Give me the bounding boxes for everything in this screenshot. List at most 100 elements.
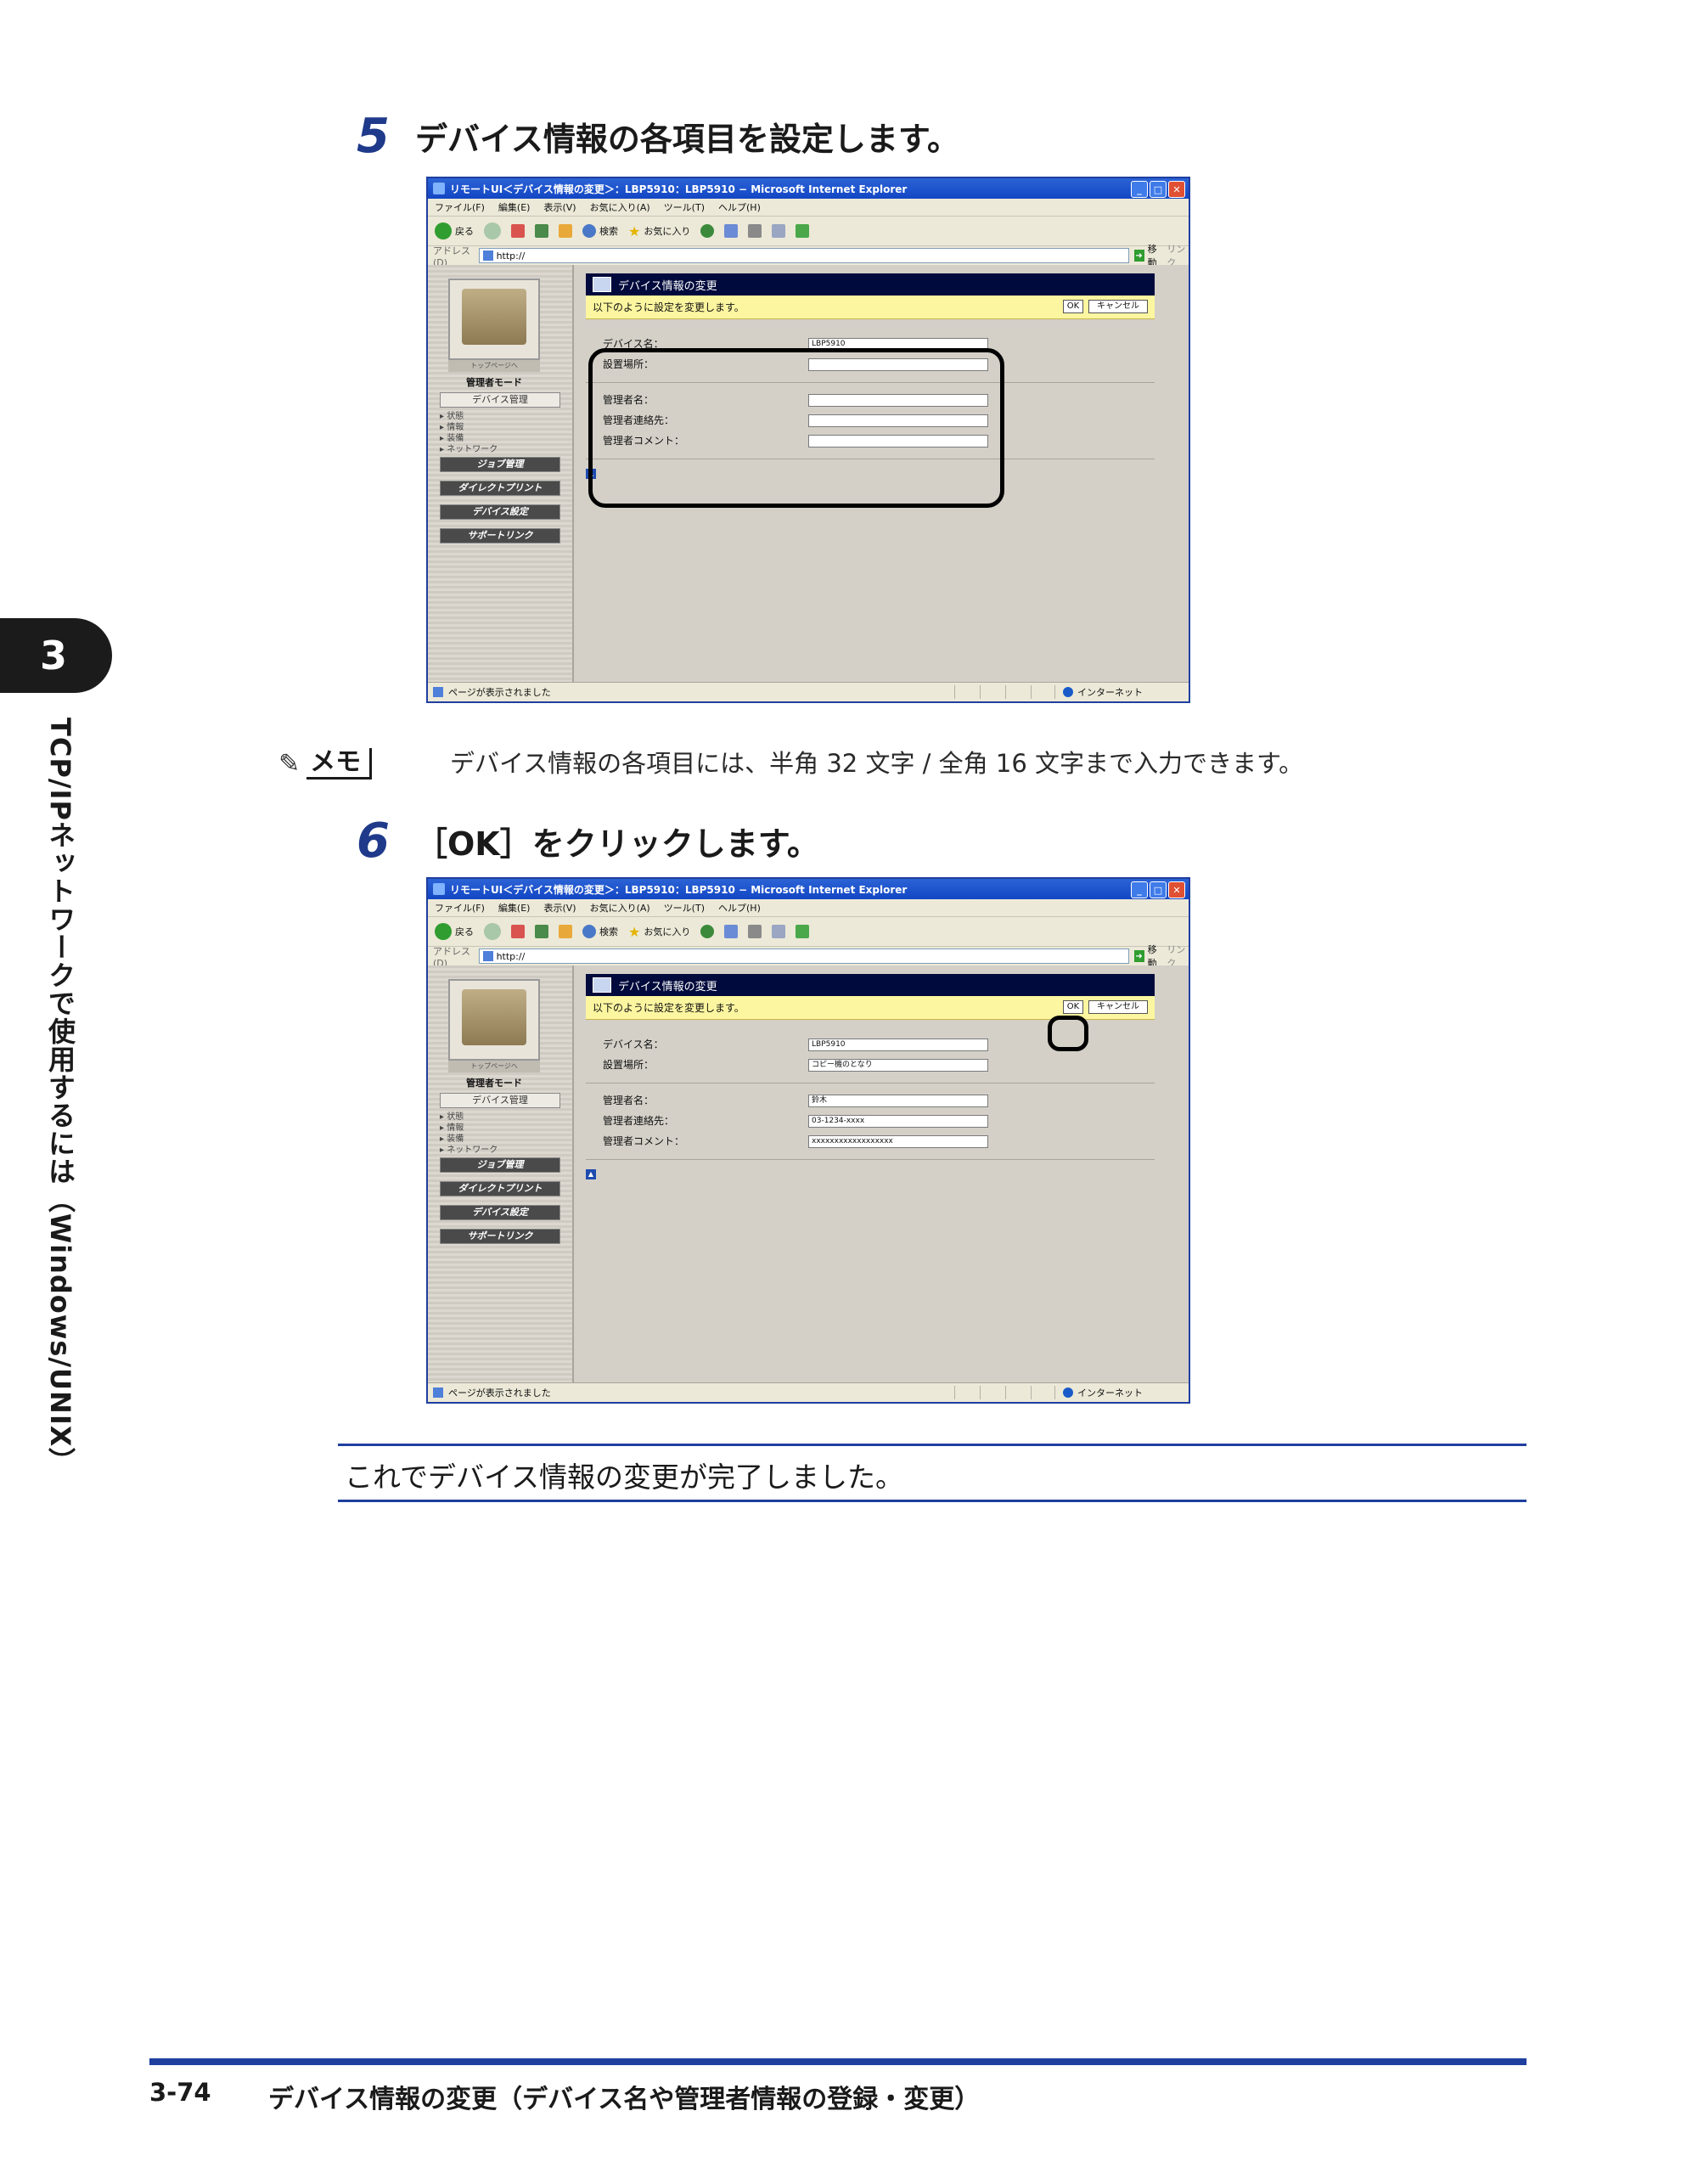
close-button[interactable]: ✕ (1168, 181, 1185, 198)
nav-sub-status[interactable]: ▸ 状態 (440, 1112, 464, 1123)
menu-file[interactable]: ファイル(F) (435, 901, 485, 915)
top-page-logo[interactable] (448, 979, 540, 1061)
favorites-button[interactable]: ★ お気に入り (628, 924, 690, 940)
mode-label: 管理者モード (466, 1078, 522, 1089)
maximize-button[interactable]: □ (1150, 881, 1167, 898)
nav-job-management[interactable]: ジョブ管理 (440, 1157, 560, 1173)
search-button[interactable]: 検索 (582, 224, 618, 238)
media-button[interactable] (700, 224, 715, 238)
nav-direct-print[interactable]: ダイレクトプリント (440, 481, 560, 496)
forward-button[interactable] (484, 222, 501, 239)
location-input[interactable]: コピー機のとなり (808, 1059, 988, 1072)
nav-sub-network[interactable]: ▸ ネットワーク (440, 1145, 498, 1156)
footer-title: デバイス情報の変更（デバイス名や管理者情報の登録・変更） (268, 2085, 981, 2114)
admin-comment-input[interactable]: xxxxxxxxxxxxxxxxxx (808, 1135, 988, 1148)
label-device-name: デバイス名： (603, 1039, 664, 1050)
menu-favorites[interactable]: お気に入り(A) (590, 901, 650, 915)
menu-file[interactable]: ファイル(F) (435, 200, 485, 214)
forward-button[interactable] (484, 923, 501, 940)
menu-tools[interactable]: ツール(T) (664, 200, 705, 214)
ie-icon (433, 183, 445, 194)
history-button[interactable] (724, 925, 739, 938)
status-divider (954, 685, 955, 699)
nav-sub-info[interactable]: ▸ 情報 (440, 422, 464, 433)
ok-button[interactable]: OK (1063, 1000, 1083, 1014)
messenger-button[interactable] (796, 925, 810, 938)
menu-view[interactable]: 表示(V) (543, 901, 576, 915)
nav-device-settings[interactable]: デバイス設定 (440, 504, 560, 520)
address-input[interactable]: http:// (478, 948, 1129, 964)
status-text: ページが表示されました (448, 1388, 551, 1399)
nav-sidebar: トップページへ 管理者モード デバイス管理 ▸ 状態 ▸ 情報 ▸ 装備 ▸ ネ… (428, 265, 574, 683)
step-5-heading: 5 デバイス情報の各項目を設定します。 (357, 109, 959, 164)
globe-icon (1063, 1388, 1073, 1398)
menu-tools[interactable]: ツール(T) (664, 901, 705, 915)
instruction-text: 以下のように設定を変更します。 (593, 1002, 745, 1014)
media-button[interactable] (700, 925, 715, 938)
form-highlight-frame (588, 348, 1004, 508)
menu-favorites[interactable]: お気に入り(A) (590, 200, 650, 214)
back-button[interactable]: 戻る (435, 923, 474, 940)
logo-caption: トップページへ (448, 1061, 540, 1072)
maximize-button[interactable]: □ (1150, 181, 1167, 198)
form-divider (586, 1083, 1155, 1084)
nav-device-management[interactable]: デバイス管理 (440, 1093, 560, 1108)
cancel-button[interactable]: キャンセル (1088, 300, 1148, 313)
menu-edit[interactable]: 編集(E) (498, 200, 531, 214)
admin-name-input[interactable]: 鈴木 (808, 1095, 988, 1107)
mail-button[interactable] (748, 925, 762, 938)
forward-icon (484, 222, 501, 239)
status-divider (1054, 685, 1055, 699)
admin-contact-input[interactable]: 03-1234-xxxx (808, 1115, 988, 1128)
status-divider (1031, 1386, 1032, 1399)
pencil-icon: ✎ (278, 748, 301, 779)
menu-help[interactable]: ヘルプ(H) (718, 200, 761, 214)
minimize-button[interactable]: _ (1131, 181, 1148, 198)
refresh-icon (535, 224, 548, 238)
refresh-button[interactable] (535, 925, 548, 938)
home-button[interactable] (559, 224, 572, 238)
nav-support-link[interactable]: サポートリンク (440, 528, 560, 543)
back-button[interactable]: 戻る (435, 222, 474, 239)
step-text: デバイス情報の各項目を設定します。 (414, 121, 960, 158)
address-input[interactable]: http:// (478, 248, 1129, 263)
print-button[interactable] (772, 224, 786, 238)
nav-sub-info[interactable]: ▸ 情報 (440, 1123, 464, 1134)
stop-icon (511, 224, 525, 238)
window-titlebar: リモートUI＜デバイス情報の変更＞：LBP5910：LBP5910 − Micr… (428, 178, 1189, 199)
home-button[interactable] (559, 925, 572, 938)
nav-job-management[interactable]: ジョブ管理 (440, 457, 560, 472)
nav-device-management[interactable]: デバイス管理 (440, 392, 560, 408)
stop-button[interactable] (511, 224, 525, 238)
print-button[interactable] (772, 925, 786, 938)
chapter-title: TCP/IPネットワークで使用するには（Windows/UNIX） (44, 718, 76, 1476)
top-page-logo[interactable] (448, 279, 540, 360)
minimize-button[interactable]: _ (1131, 881, 1148, 898)
refresh-button[interactable] (535, 224, 548, 238)
search-button[interactable]: 検索 (582, 925, 618, 938)
printer-logo-icon (462, 989, 526, 1045)
messenger-button[interactable] (796, 224, 810, 238)
favorites-button[interactable]: ★ お気に入り (628, 223, 690, 239)
print-icon (772, 925, 786, 938)
menu-view[interactable]: 表示(V) (543, 200, 576, 214)
menu-help[interactable]: ヘルプ(H) (718, 901, 761, 915)
history-button[interactable] (724, 224, 739, 238)
mail-button[interactable] (748, 224, 762, 238)
nav-sub-status[interactable]: ▸ 状態 (440, 411, 464, 422)
main-panel: デバイス情報の変更 以下のように設定を変更します。 OK キャンセル デバイス名… (574, 965, 1189, 1383)
menu-edit[interactable]: 編集(E) (498, 901, 531, 915)
close-button[interactable]: ✕ (1168, 881, 1185, 898)
nav-direct-print[interactable]: ダイレクトプリント (440, 1181, 560, 1196)
cancel-button[interactable]: キャンセル (1088, 1000, 1148, 1014)
search-icon (582, 925, 596, 938)
nav-sub-features[interactable]: ▸ 装備 (440, 1134, 464, 1145)
ok-button[interactable]: OK (1063, 300, 1083, 313)
stop-button[interactable] (511, 925, 525, 938)
back-to-top-icon[interactable]: ▲ (586, 1169, 596, 1179)
nav-sub-network[interactable]: ▸ ネットワーク (440, 444, 498, 455)
nav-support-link[interactable]: サポートリンク (440, 1229, 560, 1244)
device-name-input[interactable]: LBP5910 (808, 1039, 988, 1051)
nav-device-settings[interactable]: デバイス設定 (440, 1205, 560, 1220)
nav-sub-features[interactable]: ▸ 装備 (440, 433, 464, 444)
